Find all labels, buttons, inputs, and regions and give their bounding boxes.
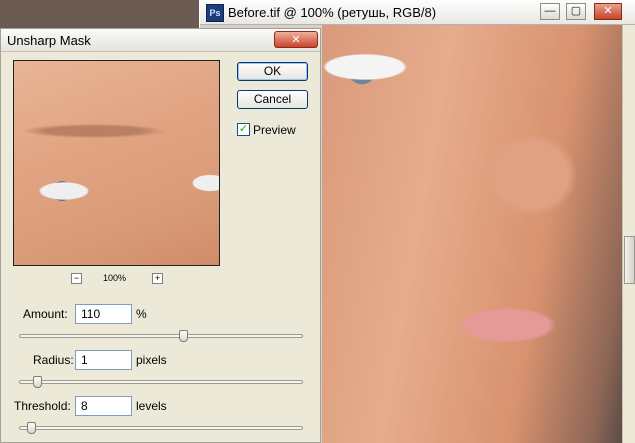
minimize-button[interactable]: —: [540, 3, 560, 20]
amount-unit: %: [136, 307, 147, 321]
vertical-scrollbar[interactable]: [622, 25, 635, 443]
document-titlebar[interactable]: Ps Before.tif @ 100% (ретушь, RGB/8) — ▢…: [200, 0, 635, 25]
amount-slider[interactable]: [19, 334, 303, 338]
amount-input[interactable]: 110: [75, 304, 132, 324]
threshold-slider-thumb[interactable]: [27, 422, 37, 434]
radius-slider-thumb[interactable]: [32, 376, 42, 388]
close-button[interactable]: ✕: [594, 3, 622, 20]
amount-label: Amount:: [23, 307, 68, 321]
radius-slider[interactable]: [19, 380, 303, 384]
zoom-level: 100%: [103, 273, 127, 283]
threshold-input[interactable]: 8: [75, 396, 132, 416]
threshold-unit: levels: [136, 399, 167, 413]
zoom-controls: − 100% +: [13, 273, 220, 287]
document-title: Before.tif @ 100% (ретушь, RGB/8): [228, 5, 437, 20]
ps-icon: Ps: [206, 4, 224, 22]
radius-input[interactable]: 1: [75, 350, 132, 370]
preview-checkbox[interactable]: ✓: [237, 123, 250, 136]
zoom-in-button[interactable]: +: [152, 273, 163, 284]
preview-label: Preview: [253, 123, 296, 137]
ok-button[interactable]: OK: [237, 62, 308, 81]
amount-slider-thumb[interactable]: [178, 330, 188, 342]
radius-label: Radius:: [33, 353, 74, 367]
cancel-button[interactable]: Cancel: [237, 90, 308, 109]
filter-preview-image[interactable]: [13, 60, 220, 266]
document-canvas[interactable]: [322, 25, 622, 443]
threshold-label: Threshold:: [14, 399, 71, 413]
dialog-title: Unsharp Mask: [7, 33, 91, 48]
zoom-out-button[interactable]: −: [71, 273, 82, 284]
threshold-slider[interactable]: [19, 426, 303, 430]
dialog-titlebar[interactable]: Unsharp Mask ✕: [1, 29, 320, 52]
restore-button[interactable]: ▢: [566, 3, 586, 20]
unsharp-mask-dialog: Unsharp Mask ✕ − 100% + OK Cancel ✓ Prev…: [0, 28, 321, 443]
scrollbar-thumb[interactable]: [624, 235, 635, 284]
radius-unit: pixels: [136, 353, 167, 367]
dialog-close-button[interactable]: ✕: [274, 31, 318, 48]
